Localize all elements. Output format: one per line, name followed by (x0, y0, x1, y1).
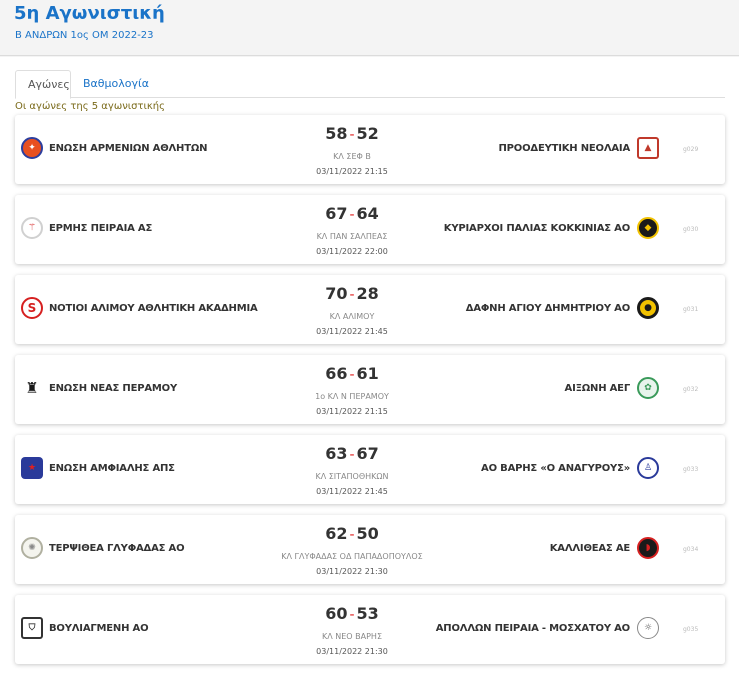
score-separator: - (349, 447, 355, 463)
tab-bar: Αγώνες Βαθμολογία (15, 70, 725, 99)
home-score: 67 (325, 204, 348, 223)
away-team[interactable]: ΑΠΟΛΛΩΝ ΠΕΙΡΑΙΑ - ΜΟΣΧΑΤΟΥ ΑΟ (436, 623, 630, 634)
match-card[interactable]: ♜ ΕΝΩΣΗ ΝΕΑΣ ΠΕΡΑΜΟΥ 66-61 1ο ΚΛ Ν ΠΕΡΑΜ… (15, 355, 725, 424)
team-logo-icon: ★ (21, 457, 43, 479)
away-score: 67 (356, 444, 379, 463)
match-datetime: 03/11/2022 21:45 (316, 327, 388, 336)
match-code: g033 (683, 466, 699, 473)
score-separator: - (349, 207, 355, 223)
match-code: g031 (683, 306, 699, 313)
match-card[interactable]: ✺ ΤΕΡΨΙΘΕΑ ΓΛΥΦΑΔΑΣ ΑΟ 62-50 ΚΛ ΓΛΥΦΑΔΑΣ… (15, 515, 725, 584)
away-score: 28 (356, 284, 379, 303)
match-code: g032 (683, 386, 699, 393)
home-team[interactable]: ΕΡΜΗΣ ΠΕΙΡΑΙΑ ΑΣ (49, 223, 152, 234)
match-datetime: 03/11/2022 21:15 (316, 167, 388, 176)
match-code: g035 (683, 626, 699, 633)
page-header: 5η Αγωνιστική Β ΑΝΔΡΩΝ 1ος ΟΜ 2022-23 (0, 0, 739, 56)
score-separator: - (349, 127, 355, 143)
team-logo-icon: ♜ (21, 377, 43, 399)
away-team[interactable]: ΑΟ ΒΑΡΗΣ «Ο ΑΝΑΓΥΡΟΥΣ» (481, 463, 630, 474)
away-team[interactable]: ΠΡΟΟΔΕΥΤΙΚΗ ΝΕΟΛΑΙΑ (499, 143, 631, 154)
match-score: 58-52 (227, 124, 477, 143)
main-content: Αγώνες Βαθμολογία Οι αγώνες της 5 αγωνισ… (0, 57, 739, 679)
match-card[interactable]: ✦ ΕΝΩΣΗ ΑΡΜΕΝΙΩΝ ΑΘΛΗΤΩΝ 58-52 ΚΛ ΣΕΦ Β … (15, 115, 725, 184)
home-team[interactable]: ΕΝΩΣΗ ΑΜΦΙΑΛΗΣ ΑΠΣ (49, 463, 175, 474)
team-logo-icon: ☼ (637, 617, 659, 639)
home-score: 60 (325, 604, 348, 623)
team-logo-icon: ⚚ (21, 217, 43, 239)
away-team[interactable]: ΑΙΞΩΝΗ ΑΕΓ (565, 383, 631, 394)
score-separator: - (349, 527, 355, 543)
match-datetime: 03/11/2022 21:45 (316, 487, 388, 496)
home-score: 62 (325, 524, 348, 543)
match-datetime: 03/11/2022 21:15 (316, 407, 388, 416)
match-code: g030 (683, 226, 699, 233)
match-datetime: 03/11/2022 22:00 (316, 247, 388, 256)
away-score: 50 (356, 524, 379, 543)
team-logo-icon: ▲ (637, 137, 659, 159)
match-code: g034 (683, 546, 699, 553)
games-caption: Οι αγώνες της 5 αγωνιστικής (15, 101, 165, 112)
score-separator: - (349, 367, 355, 383)
home-team[interactable]: ΒΟΥΛΙΑΓΜΕΝΗ ΑΟ (49, 623, 149, 634)
home-score: 66 (325, 364, 348, 383)
home-team[interactable]: ΤΕΡΨΙΘΕΑ ΓΛΥΦΑΔΑΣ ΑΟ (49, 543, 185, 554)
team-logo-icon: ◗ (637, 537, 659, 559)
venue: ΚΛ ΣΙΤΑΠΟΘΗΚΩΝ (315, 472, 389, 481)
match-datetime: 03/11/2022 21:30 (316, 567, 388, 576)
match-score: 60-53 (227, 604, 477, 623)
match-card[interactable]: ⚚ ΕΡΜΗΣ ΠΕΙΡΑΙΑ ΑΣ 67-64 ΚΛ ΠΑΝ ΣΑΛΠΕΑΣ … (15, 195, 725, 264)
away-score: 64 (356, 204, 379, 223)
home-score: 58 (325, 124, 348, 143)
team-logo-icon: ⛉ (21, 617, 43, 639)
match-score: 70-28 (227, 284, 477, 303)
home-score: 70 (325, 284, 348, 303)
team-logo-icon: ✦ (21, 137, 43, 159)
team-logo-icon: ◆ (637, 217, 659, 239)
match-score: 67-64 (227, 204, 477, 223)
score-separator: - (349, 607, 355, 623)
team-logo-icon: ♙ (637, 457, 659, 479)
away-team[interactable]: ΚΑΛΛΙΘΕΑΣ ΑΕ (550, 543, 630, 554)
match-datetime: 03/11/2022 21:30 (316, 647, 388, 656)
team-logo-icon: ✿ (637, 377, 659, 399)
venue: 1ο ΚΛ Ν ΠΕΡΑΜΟΥ (315, 392, 389, 401)
score-separator: - (349, 287, 355, 303)
team-logo-icon: S (21, 297, 43, 319)
match-score: 63-67 (227, 444, 477, 463)
match-code: g029 (683, 146, 699, 153)
venue: ΚΛ ΣΕΦ Β (333, 152, 371, 161)
match-card[interactable]: ★ ΕΝΩΣΗ ΑΜΦΙΑΛΗΣ ΑΠΣ 63-67 ΚΛ ΣΙΤΑΠΟΘΗΚΩ… (15, 435, 725, 504)
team-logo-icon: ● (637, 297, 659, 319)
away-team[interactable]: ΔΑΦΝΗ ΑΓΙΟΥ ΔΗΜΗΤΡΙΟΥ ΑΟ (466, 303, 630, 314)
match-score: 62-50 (227, 524, 477, 543)
home-team[interactable]: ΕΝΩΣΗ ΑΡΜΕΝΙΩΝ ΑΘΛΗΤΩΝ (49, 143, 208, 154)
page-title: 5η Αγωνιστική (14, 3, 165, 24)
away-score: 52 (356, 124, 379, 143)
home-team[interactable]: ΕΝΩΣΗ ΝΕΑΣ ΠΕΡΑΜΟΥ (49, 383, 177, 394)
tab-standings[interactable]: Βαθμολογία (71, 70, 161, 99)
away-score: 53 (356, 604, 379, 623)
match-card[interactable]: ⛉ ΒΟΥΛΙΑΓΜΕΝΗ ΑΟ 60-53 ΚΛ ΝΕΟ ΒΑΡΗΣ 03/1… (15, 595, 725, 664)
match-score: 66-61 (227, 364, 477, 383)
away-score: 61 (356, 364, 379, 383)
venue: ΚΛ ΓΛΥΦΑΔΑΣ ΟΔ ΠΑΠΑΔΟΠΟΥΛΟΣ (281, 552, 423, 561)
match-card[interactable]: S ΝΟΤΙΟΙ ΑΛΙΜΟΥ ΑΘΛΗΤΙΚΗ ΑΚΑΔΗΜΙΑ 70-28 … (15, 275, 725, 344)
tab-games[interactable]: Αγώνες (15, 70, 71, 99)
team-logo-icon: ✺ (21, 537, 43, 559)
away-team[interactable]: ΚΥΡΙΑΡΧΟΙ ΠΑΛΙΑΣ ΚΟΚΚΙΝΙΑΣ ΑΟ (444, 223, 630, 234)
home-score: 63 (325, 444, 348, 463)
venue: ΚΛ ΑΛΙΜΟΥ (329, 312, 375, 321)
competition-link[interactable]: Β ΑΝΔΡΩΝ 1ος ΟΜ 2022-23 (15, 30, 154, 41)
